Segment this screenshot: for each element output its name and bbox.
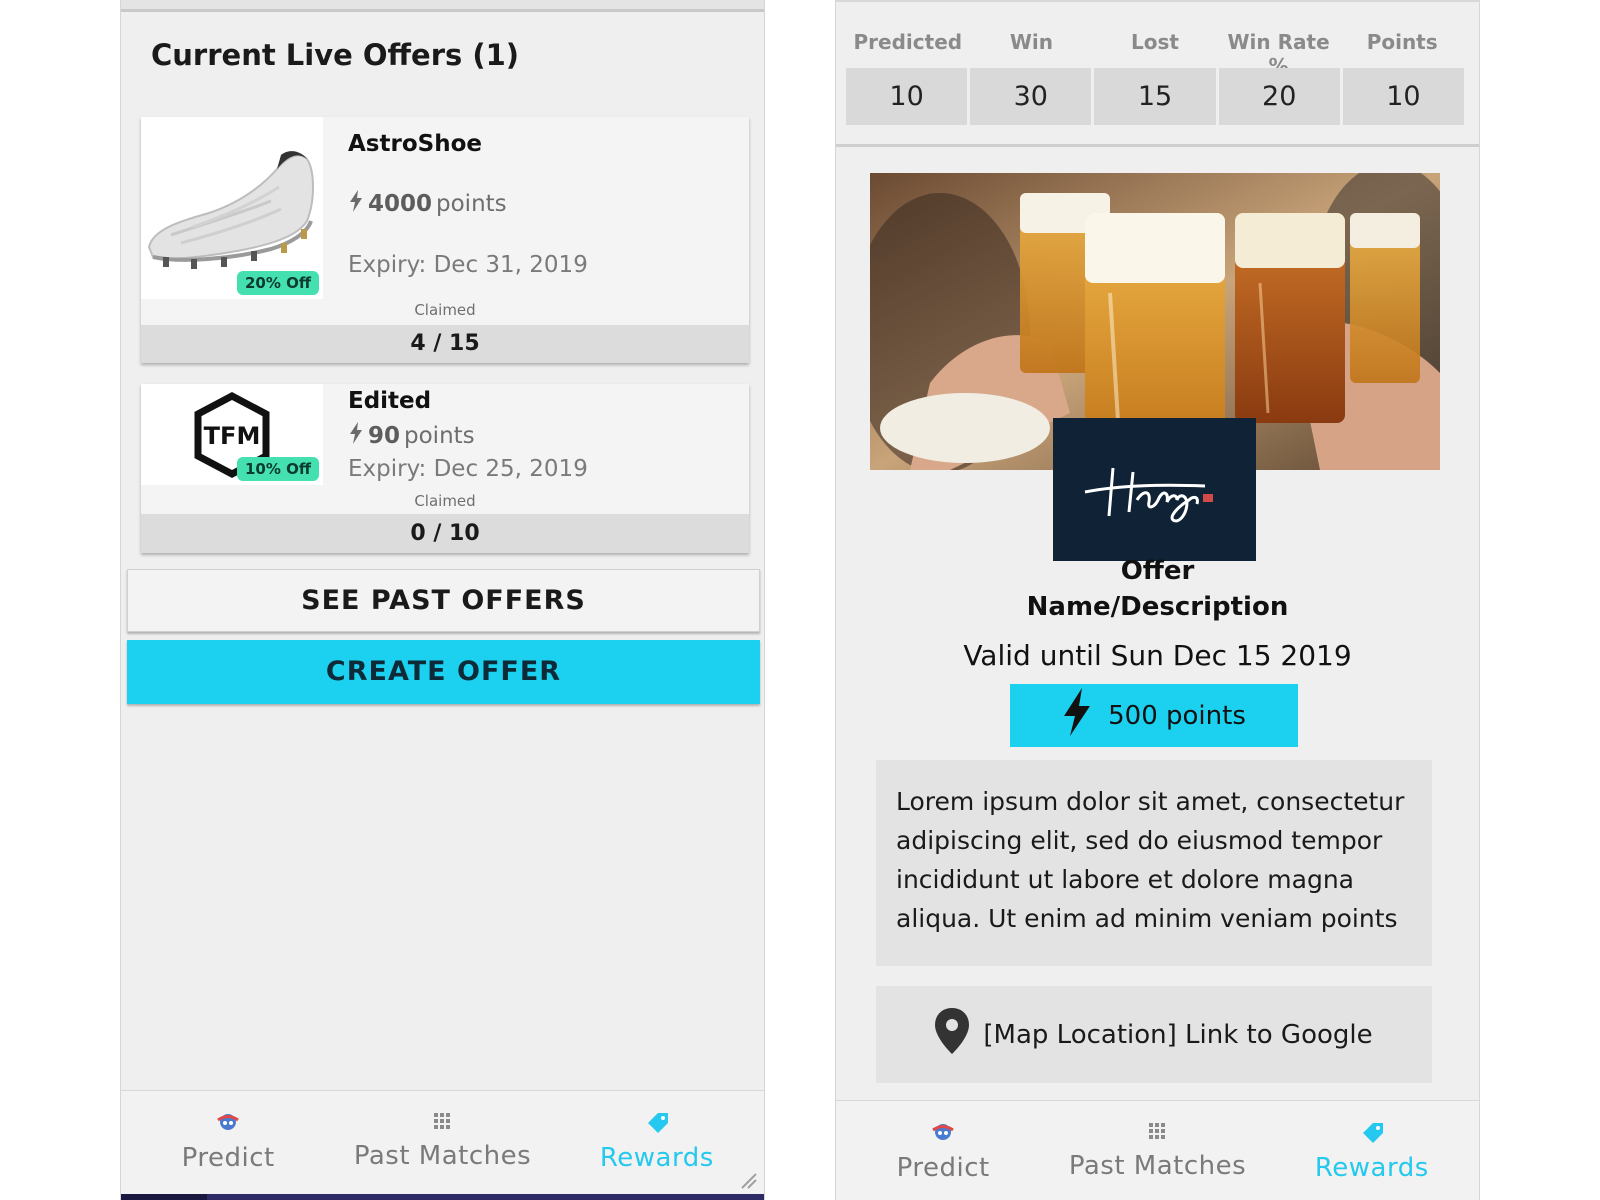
offer-expiry: Expiry: Dec 31, 2019 bbox=[348, 252, 588, 278]
stats-panel: Predicted Win Lost Win Rate % Points 10 … bbox=[836, 0, 1479, 147]
points-label: 500 points bbox=[1108, 700, 1246, 731]
nav-item-past-matches[interactable]: Past Matches bbox=[335, 1091, 549, 1200]
claimed-label: Claimed bbox=[414, 492, 476, 510]
stats-value: 10 bbox=[846, 68, 968, 125]
page-title: Current Live Offers (1) bbox=[151, 38, 520, 72]
points-value: 4000 bbox=[368, 191, 433, 217]
stats-value: 20 bbox=[1218, 68, 1340, 125]
nav-label: Rewards bbox=[599, 1143, 714, 1173]
nav-label: Past Matches bbox=[353, 1141, 532, 1171]
offer-points: 4000 points bbox=[348, 190, 507, 218]
map-link-text: [Map Location] Link to Google bbox=[983, 1019, 1373, 1050]
discount-badge: 10% Off bbox=[236, 457, 319, 481]
bottom-nav: Predict Past Matches Rewards bbox=[836, 1100, 1479, 1200]
bolt-icon bbox=[348, 190, 364, 218]
nav-label: Predict bbox=[896, 1153, 990, 1183]
claimed-count: 0 / 10 bbox=[141, 514, 749, 553]
top-strip bbox=[121, 0, 764, 12]
map-location-link[interactable]: [Map Location] Link to Google bbox=[876, 986, 1432, 1083]
nav-item-rewards[interactable]: Rewards bbox=[550, 1091, 764, 1200]
points-button[interactable]: 500 points bbox=[1010, 684, 1298, 747]
offer-points: 90 points bbox=[348, 422, 475, 450]
offer-card[interactable]: 20% Off AstroShoe 4000 points Expiry: De… bbox=[141, 117, 749, 363]
grid-icon bbox=[1147, 1121, 1167, 1145]
map-pin-icon bbox=[935, 1008, 970, 1061]
nav-item-past-matches[interactable]: Past Matches bbox=[1050, 1101, 1264, 1200]
tag-icon bbox=[644, 1111, 670, 1137]
nav-label: Predict bbox=[181, 1143, 275, 1173]
offer-name: AstroShoe bbox=[348, 131, 482, 157]
offer-detail-screen: Predicted Win Lost Win Rate % Points 10 … bbox=[835, 0, 1480, 1200]
offer-description: Lorem ipsum dolor sit amet, consectetur … bbox=[876, 760, 1432, 966]
offer-image: 20% Off bbox=[141, 117, 323, 299]
predict-icon bbox=[930, 1121, 956, 1147]
nav-label: Past Matches bbox=[1068, 1151, 1247, 1181]
bolt-icon bbox=[348, 422, 364, 450]
bottom-nav: Predict Past Matches Rewards bbox=[121, 1090, 764, 1200]
claimed-label: Claimed bbox=[414, 301, 476, 319]
discount-badge: 20% Off bbox=[236, 271, 319, 295]
stats-value: 10 bbox=[1342, 68, 1465, 125]
points-value: 90 bbox=[368, 423, 401, 449]
predict-icon bbox=[215, 1111, 241, 1137]
points-unit: points bbox=[404, 423, 475, 449]
tag-icon bbox=[1359, 1121, 1385, 1147]
offer-card[interactable]: TFM 10% Off Edited 90 points Expiry: Dec… bbox=[141, 384, 749, 553]
see-past-offers-button[interactable]: SEE PAST OFFERS bbox=[127, 569, 760, 632]
harrys-logo bbox=[1084, 467, 1213, 522]
stats-value-row: 10 30 15 20 10 bbox=[846, 68, 1465, 125]
offer-image: TFM 10% Off bbox=[141, 384, 323, 485]
nav-item-rewards[interactable]: Rewards bbox=[1265, 1101, 1479, 1200]
offer-expiry: Expiry: Dec 25, 2019 bbox=[348, 456, 588, 482]
offer-name: Edited bbox=[348, 388, 432, 414]
tfm-logo-text: TFM bbox=[204, 422, 261, 450]
bolt-icon bbox=[1062, 688, 1092, 743]
points-unit: points bbox=[436, 191, 507, 217]
claimed-count: 4 / 15 bbox=[141, 325, 749, 363]
create-offer-button[interactable]: CREATE OFFER bbox=[127, 640, 760, 704]
grid-icon bbox=[432, 1111, 452, 1135]
resize-grip-icon bbox=[741, 1173, 757, 1189]
brand-logo bbox=[1053, 418, 1256, 561]
stats-value: 15 bbox=[1094, 68, 1216, 125]
stats-value: 30 bbox=[970, 68, 1092, 125]
nav-item-predict[interactable]: Predict bbox=[836, 1101, 1050, 1200]
offer-title-line2: Name/Description bbox=[1026, 592, 1289, 622]
offer-title-line1: Offer bbox=[1120, 556, 1195, 586]
offers-screen: Current Live Offers (1) 20% Off AstroSho… bbox=[120, 0, 765, 1200]
bottom-bar bbox=[121, 1194, 764, 1200]
nav-label: Rewards bbox=[1314, 1153, 1429, 1183]
nav-item-predict[interactable]: Predict bbox=[121, 1091, 335, 1200]
offer-valid-until: Valid until Sun Dec 15 2019 bbox=[963, 639, 1352, 672]
